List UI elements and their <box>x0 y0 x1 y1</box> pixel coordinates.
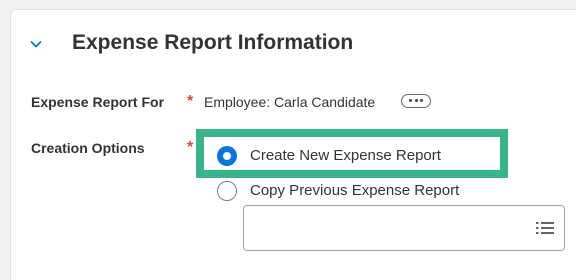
creation-options-label: Creation Options <box>31 140 145 156</box>
required-marker: * <box>187 139 194 156</box>
section-title: Expense Report Information <box>72 31 354 54</box>
required-marker: * <box>187 93 194 110</box>
expense-report-for-value[interactable]: Employee: Carla Candidate <box>204 94 375 110</box>
chevron-down-icon[interactable] <box>28 36 44 52</box>
related-actions-button[interactable] <box>401 94 431 108</box>
radio-selected-icon[interactable] <box>217 146 237 166</box>
list-icon[interactable] <box>536 220 554 236</box>
expense-report-for-label: Expense Report For <box>31 94 165 110</box>
radio-option-label: Create New Expense Report <box>250 147 441 164</box>
ellipsis-icon <box>409 99 412 102</box>
previous-report-prompt-input[interactable] <box>243 205 565 251</box>
radio-option-label: Copy Previous Expense Report <box>250 182 460 199</box>
radio-unselected-icon[interactable] <box>217 181 237 201</box>
